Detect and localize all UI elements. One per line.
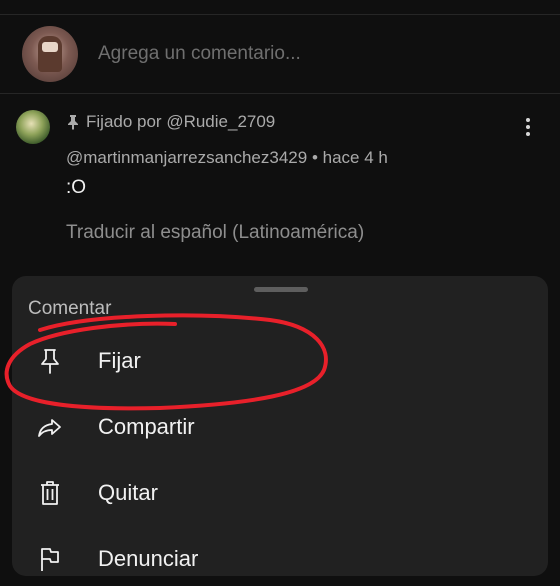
translate-link[interactable]: Traducir al español (Latinoamérica) bbox=[66, 222, 364, 244]
menu-item-remove[interactable]: Quitar bbox=[12, 464, 548, 520]
more-options-icon[interactable] bbox=[521, 116, 535, 138]
pinned-label: Fijado por @Rudie_2709 bbox=[86, 112, 276, 131]
avatar-figure bbox=[38, 36, 62, 72]
menu-label-report: Denunciar bbox=[98, 546, 199, 571]
menu-item-pin[interactable]: Fijar bbox=[12, 332, 548, 388]
commenter-avatar[interactable] bbox=[16, 110, 50, 144]
user-avatar[interactable] bbox=[22, 26, 78, 82]
sheet-title: Comentar bbox=[28, 298, 112, 319]
pin-small-icon bbox=[66, 114, 80, 130]
comment-text: :O bbox=[66, 177, 87, 198]
trash-icon bbox=[37, 480, 63, 506]
meta-separator: • bbox=[311, 148, 318, 167]
menu-item-report[interactable]: Denunciar bbox=[12, 530, 548, 586]
comment-meta: @martinmanjarrezsanchez3429 • hace 4 h bbox=[66, 148, 388, 168]
flag-icon bbox=[37, 546, 63, 572]
menu-label-remove: Quitar bbox=[98, 480, 158, 505]
sheet-drag-handle[interactable] bbox=[254, 287, 308, 292]
menu-item-share[interactable]: Compartir bbox=[12, 398, 548, 454]
comment-input[interactable]: Agrega un comentario... bbox=[98, 43, 301, 65]
comment-time: hace 4 h bbox=[322, 148, 388, 167]
compose-row: Agrega un comentario... bbox=[0, 15, 560, 93]
comment-author[interactable]: @martinmanjarrezsanchez3429 bbox=[66, 148, 307, 167]
menu-label-share: Compartir bbox=[98, 414, 195, 439]
share-icon bbox=[37, 414, 63, 440]
comment-action-sheet: Comentar Fijar Compartir Quitar Denuncia… bbox=[12, 276, 548, 576]
row-divider bbox=[0, 93, 560, 94]
pinned-indicator: Fijado por @Rudie_2709 bbox=[66, 112, 275, 132]
pin-icon bbox=[37, 348, 63, 374]
menu-label-pin: Fijar bbox=[98, 348, 141, 373]
